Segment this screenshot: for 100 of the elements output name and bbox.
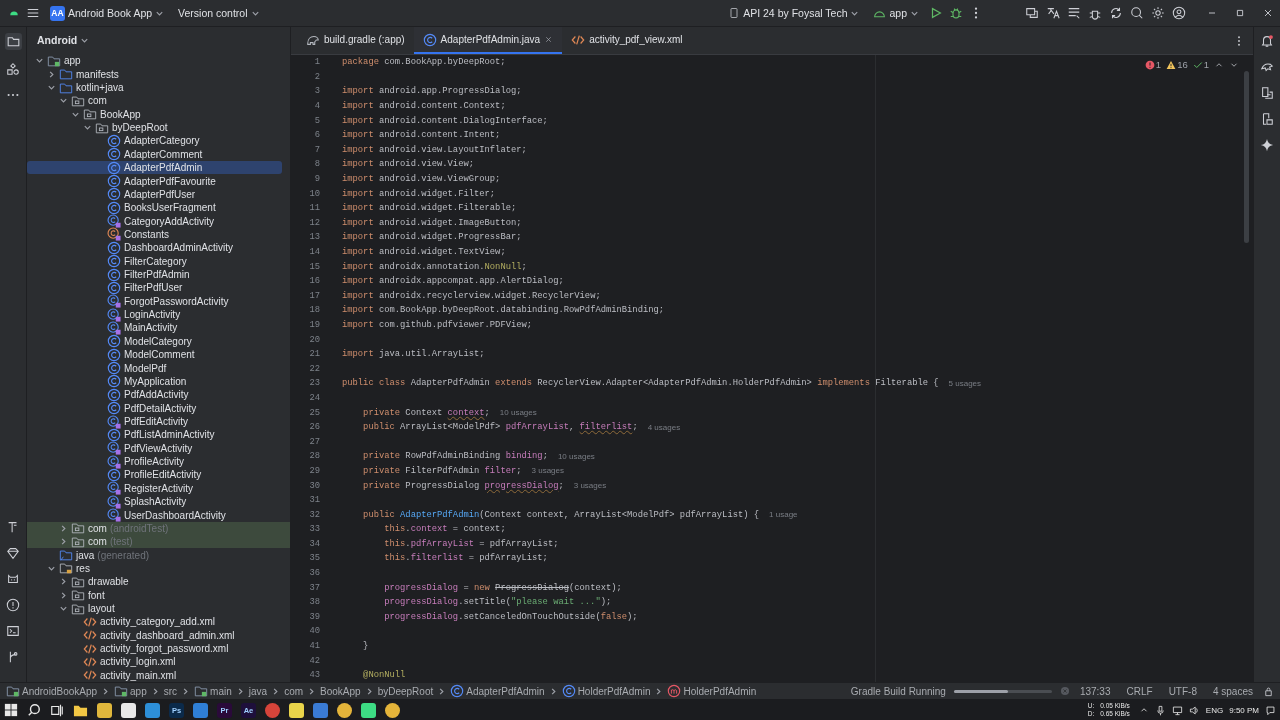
project-folder-icon[interactable]: [4, 33, 22, 50]
sync-icon[interactable]: [1109, 6, 1123, 20]
tree-item[interactable]: PdfAddActivity: [27, 388, 282, 402]
tree-item[interactable]: FilterPdfAdmin: [27, 267, 282, 282]
usage-hint[interactable]: 1 usage: [769, 510, 798, 520]
device-manager-icon[interactable]: [1025, 6, 1039, 20]
app-icon[interactable]: [289, 702, 304, 718]
breadcrumb[interactable]: BookApp: [320, 685, 361, 697]
usage-hint[interactable]: 10 usages: [557, 451, 595, 461]
usage-hint[interactable]: 10 usages: [499, 408, 537, 418]
warning-count[interactable]: 16: [1166, 59, 1188, 70]
tree-item[interactable]: activity_dashboard_admin.xml: [27, 628, 282, 642]
project-view-dropdown[interactable]: Android: [33, 32, 94, 49]
app-icon[interactable]: [97, 702, 112, 718]
windows-start-icon[interactable]: [4, 703, 18, 717]
tree-item[interactable]: java (generated): [27, 548, 282, 562]
debug-icon[interactable]: [949, 6, 963, 20]
breadcrumb[interactable]: AndroidBookApp: [6, 684, 98, 698]
project-dropdown[interactable]: AA Android Book App: [46, 3, 169, 23]
tree-item[interactable]: AdapterCategory: [27, 134, 282, 148]
search-icon[interactable]: [27, 703, 41, 717]
language-indicator[interactable]: ENG: [1205, 705, 1224, 715]
tree-item[interactable]: app: [27, 54, 282, 68]
separator-icon[interactable]: [181, 686, 191, 696]
chevron-down-icon[interactable]: [59, 604, 68, 613]
indent-setting[interactable]: 4 spaces: [1206, 685, 1259, 697]
tree-item[interactable]: ModelCategory: [27, 334, 282, 348]
running-devices-icon[interactable]: [1260, 112, 1274, 126]
breadcrumb[interactable]: main: [194, 684, 232, 698]
tree-item[interactable]: com (androidTest): [27, 521, 290, 536]
lock-icon[interactable]: [1263, 685, 1274, 697]
breadcrumb[interactable]: app: [114, 684, 147, 698]
tree-item[interactable]: SplashActivity: [27, 494, 282, 509]
tree-item[interactable]: activity_forgot_password.xml: [27, 641, 282, 656]
caret-position[interactable]: 137:33: [1073, 685, 1117, 697]
notifications-icon[interactable]: [1265, 704, 1276, 716]
terminal-icon[interactable]: [6, 624, 20, 638]
maximize-icon[interactable]: [1234, 7, 1246, 19]
chevron-right-icon[interactable]: [59, 523, 68, 533]
tree-item[interactable]: activity_main.xml: [27, 668, 282, 682]
tree-item[interactable]: ModelPdf: [27, 361, 282, 375]
menu-icon[interactable]: [26, 6, 40, 20]
tree-item[interactable]: AdapterComment: [27, 147, 282, 161]
tree-item[interactable]: byDeepRoot: [27, 120, 282, 135]
tree-item[interactable]: FilterCategory: [27, 254, 282, 268]
round-app-icon[interactable]: [337, 702, 352, 718]
editor-tab[interactable]: AdapterPdfAdmin.java: [413, 27, 563, 54]
breadcrumb[interactable]: src: [163, 685, 178, 697]
breadcrumb[interactable]: HolderPdfAdmin: [667, 684, 757, 698]
tree-item[interactable]: RegisterActivity: [27, 481, 282, 495]
app-icon[interactable]: [121, 702, 136, 718]
clock[interactable]: 9:50 PM: [1229, 705, 1259, 715]
file-encoding[interactable]: UTF-8: [1162, 685, 1203, 697]
tree-item[interactable]: UserDashboardActivity: [27, 508, 282, 522]
tree-item[interactable]: PdfViewActivity: [27, 441, 282, 455]
round-app-icon[interactable]: [385, 702, 400, 718]
tree-item[interactable]: ProfileEditActivity: [27, 468, 282, 482]
notifications-icon[interactable]: [1260, 34, 1274, 48]
usage-hint[interactable]: 3 usages: [573, 481, 607, 490]
tree-item[interactable]: AdapterPdfUser: [27, 187, 282, 202]
build-icon[interactable]: [6, 520, 20, 534]
editor-tab[interactable]: activity_pdf_view.xml: [562, 27, 692, 54]
chevron-down-icon[interactable]: [83, 123, 92, 133]
tree-item[interactable]: DashboardAdminActivity: [27, 241, 282, 255]
breadcrumb[interactable]: HolderPdfAdmin: [561, 684, 651, 698]
tree-item[interactable]: ModelComment: [27, 348, 282, 362]
tree-item[interactable]: Constants: [27, 227, 282, 242]
breadcrumb[interactable]: com: [284, 685, 304, 697]
separator-icon[interactable]: [101, 686, 111, 696]
vcs-dropdown[interactable]: Version control: [174, 5, 264, 21]
chevron-right-icon[interactable]: [59, 577, 68, 587]
separator-icon[interactable]: [654, 686, 664, 696]
chevron-down-icon[interactable]: [59, 96, 68, 106]
tree-item[interactable]: PdfDetailActivity: [27, 401, 282, 415]
scrollbar-thumb[interactable]: [1244, 71, 1249, 243]
tree-item[interactable]: kotlin+java: [27, 80, 282, 95]
tree-item[interactable]: com (test): [27, 535, 290, 549]
sparkle-icon[interactable]: [1260, 138, 1274, 152]
error-count[interactable]: 1: [1144, 59, 1162, 70]
editor-tab[interactable]: build.gradle (:app): [297, 27, 414, 54]
run-config-dropdown[interactable]: app: [869, 4, 923, 22]
tree-item[interactable]: BooksUserFragment: [27, 201, 282, 215]
volume-icon[interactable]: [1188, 704, 1200, 716]
network-icon[interactable]: [1171, 704, 1183, 716]
usage-hint[interactable]: 3 usages: [531, 466, 564, 476]
tree-item[interactable]: manifests: [27, 67, 282, 81]
breadcrumb[interactable]: java: [248, 685, 268, 697]
microphone-icon[interactable]: [1154, 704, 1166, 716]
problems-icon[interactable]: [6, 598, 20, 612]
tree-item[interactable]: LoginActivity: [27, 307, 282, 322]
device-dropdown[interactable]: API 24 by Foysal Tech: [724, 5, 864, 21]
round-app-icon[interactable]: [265, 702, 280, 718]
tree-item[interactable]: ForgotPasswordActivity: [27, 294, 282, 308]
tree-item[interactable]: BookApp: [27, 107, 282, 121]
close-icon[interactable]: [1262, 7, 1274, 19]
run-icon[interactable]: [929, 6, 943, 20]
background-task-label[interactable]: Gradle Build Running: [850, 685, 946, 697]
tree-item[interactable]: layout: [27, 601, 282, 616]
account-icon[interactable]: [1172, 6, 1186, 20]
tree-item[interactable]: drawable: [27, 575, 282, 589]
